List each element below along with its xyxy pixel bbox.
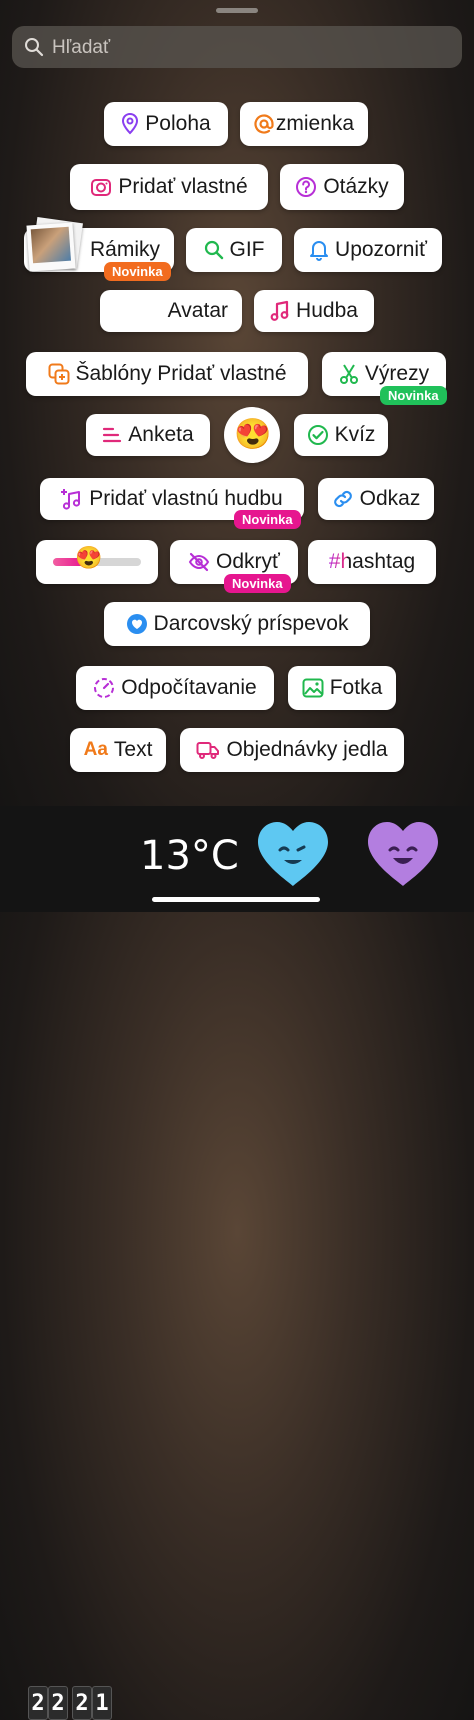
- delivery-truck-icon: [196, 742, 220, 759]
- sticker-label: Fotka: [329, 676, 383, 699]
- sticker-label: Darcovský príspevok: [153, 612, 349, 635]
- sticker-label: Upozorniť: [335, 238, 427, 261]
- link-icon: [333, 490, 352, 508]
- text-aa-icon: Aa: [83, 739, 108, 760]
- sticker-label: Avatar: [167, 299, 228, 322]
- countdown-icon: [94, 678, 115, 698]
- sticker-label: Anketa: [128, 423, 194, 446]
- sticker-label: zmienka: [275, 112, 355, 135]
- clock-sticker[interactable]: 2 2 2 1: [28, 843, 118, 1720]
- sticker-objednavky[interactable]: Objednávky jedla: [180, 728, 404, 772]
- sticker-zmienka[interactable]: zmienka: [240, 102, 368, 146]
- eye-off-icon: [188, 552, 210, 572]
- sticker-label: Výrezy: [364, 362, 430, 385]
- blue-heart-face-icon[interactable]: [256, 820, 330, 888]
- sticker-text[interactable]: Aa Text: [70, 728, 166, 772]
- sticker-darcovsky[interactable]: Darcovský príspevok: [104, 602, 370, 646]
- template-add-icon: [48, 363, 69, 385]
- novinka-badge-ramiky: Novinka: [104, 262, 171, 281]
- sticker-upozornit[interactable]: Upozorniť: [294, 228, 442, 272]
- search-icon: [204, 240, 223, 260]
- sticker-poloha[interactable]: Poloha: [104, 102, 228, 146]
- image-icon: [302, 678, 324, 698]
- sticker-emoji-slider[interactable]: 😍: [36, 540, 158, 584]
- sticker-label: Pridať vlastné: [118, 175, 248, 198]
- novinka-badge-odkryt: Novinka: [224, 574, 291, 593]
- sticker-pridat-vlastne[interactable]: Pridať vlastné: [70, 164, 268, 210]
- novinka-badge-vyrezy: Novinka: [380, 386, 447, 405]
- slider-emoji-thumb[interactable]: 😍: [75, 545, 102, 571]
- sticker-label: Pridať vlastnú hudbu: [89, 487, 283, 510]
- location-pin-icon: [122, 113, 139, 135]
- sticker-label: Odpočítavanie: [121, 676, 257, 699]
- sticker-label: Objednávky jedla: [226, 738, 388, 761]
- sticker-anketa[interactable]: Anketa: [86, 414, 210, 456]
- sticker-odpocitavanie[interactable]: Odpočítavanie: [76, 666, 274, 710]
- sticker-fotka[interactable]: Fotka: [288, 666, 396, 710]
- search-bar[interactable]: Hľadať: [12, 26, 462, 68]
- clock-digit: 1: [92, 1686, 112, 1720]
- emoji-reaction-sticker[interactable]: 😍: [224, 407, 280, 463]
- sticker-gif[interactable]: GIF: [186, 228, 282, 272]
- clock-digit: 2: [48, 1686, 68, 1720]
- search-icon: [25, 38, 44, 57]
- sticker-label: Odkaz: [359, 487, 421, 510]
- slider-track: 😍: [53, 545, 141, 570]
- sticker-hashtag[interactable]: #hashtag: [308, 540, 436, 584]
- polaroid-frame-icon: [26, 217, 83, 272]
- sticker-hudba[interactable]: Hudba: [254, 290, 374, 332]
- home-indicator[interactable]: [152, 897, 320, 902]
- camera-icon: [91, 179, 112, 196]
- sticker-label: Odkryť: [216, 550, 280, 573]
- search-input[interactable]: Hľadať: [52, 37, 110, 59]
- novinka-badge-pridat-hudbu: Novinka: [234, 510, 301, 529]
- bell-icon: [310, 241, 329, 261]
- sticker-kviz[interactable]: Kvíz: [294, 414, 388, 456]
- sticker-label: Rámiky: [89, 238, 160, 261]
- sticker-label: Poloha: [145, 112, 211, 135]
- scissors-icon: [339, 364, 358, 384]
- sticker-label: GIF: [229, 238, 265, 261]
- temperature-sticker[interactable]: 13°C: [140, 833, 239, 879]
- sticker-odkaz[interactable]: Odkaz: [318, 478, 434, 520]
- question-icon: [296, 177, 317, 197]
- sticker-sablony[interactable]: Šablóny Pridať vlastné: [26, 352, 308, 396]
- sticker-label: Hudba: [296, 299, 358, 322]
- check-circle-icon: [307, 425, 328, 445]
- sticker-avatar[interactable]: Avatar: [100, 290, 242, 332]
- add-music-icon: [61, 489, 81, 510]
- at-sign-icon: [254, 114, 274, 134]
- sticker-label: Text: [113, 738, 153, 761]
- clock-digit: 2: [72, 1686, 92, 1720]
- sticker-label: Kvíz: [334, 423, 376, 446]
- purple-heart-face-icon[interactable]: [366, 820, 440, 888]
- drag-handle[interactable]: [216, 8, 258, 13]
- clock-digit: 2: [28, 1686, 48, 1720]
- sticker-label: Šablóny Pridať vlastné: [75, 362, 287, 385]
- poll-lines-icon: [103, 427, 122, 443]
- music-note-icon: [270, 300, 289, 321]
- donation-heart-icon: [126, 614, 147, 634]
- sticker-otazky[interactable]: Otázky: [280, 164, 404, 210]
- sticker-label: #hashtag: [328, 550, 416, 573]
- sticker-label: Otázky: [323, 175, 389, 198]
- heart-eyes-emoji: 😍: [234, 418, 272, 451]
